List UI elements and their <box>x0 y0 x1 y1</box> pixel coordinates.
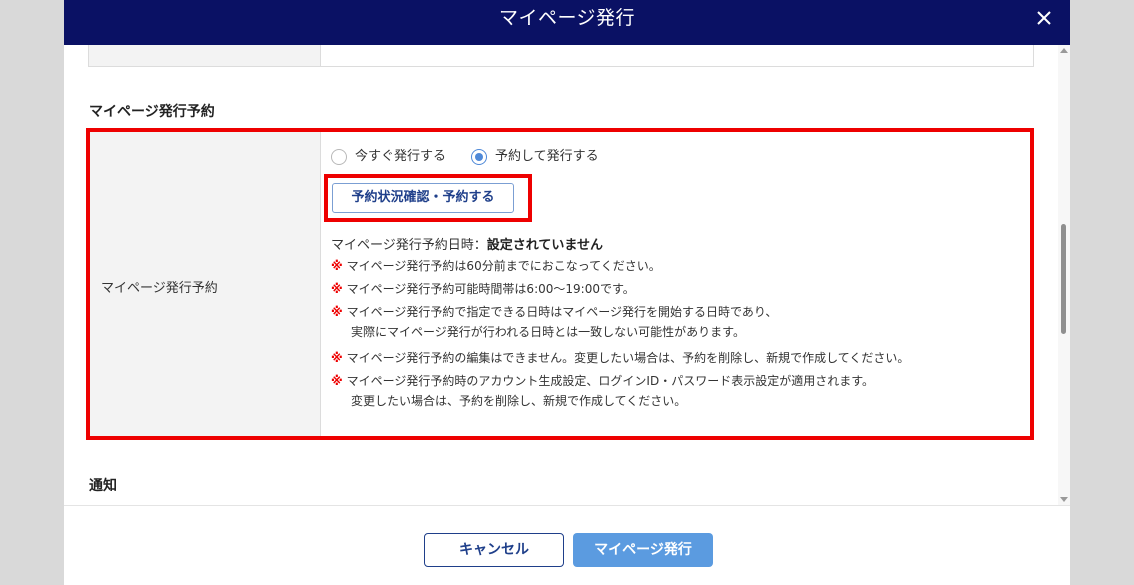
scrollbar-thumb[interactable] <box>1061 224 1066 334</box>
previous-table-row <box>88 45 1034 67</box>
note-text: マイページ発行予約で指定できる日時はマイページ発行を開始する日時であり、 <box>346 305 778 319</box>
scroll-up-arrow-icon[interactable] <box>1060 48 1068 53</box>
reservation-datetime-value: 設定されていません <box>486 238 603 253</box>
reservation-content-cell: 今すぐ発行する 予約して発行する 予約状況確認・予約する マイページ発行予約日時… <box>321 131 1033 436</box>
mypage-issue-modal: マイページ発行 マイページ発行予約 マイページ発行予約 今すぐ発行する 予約して… <box>64 0 1070 585</box>
close-icon <box>1037 11 1051 25</box>
note-text: マイページ発行予約可能時間帯は6:00～19:00です。 <box>346 282 635 296</box>
note-item: ※ マイページ発行予約可能時間帯は6:00～19:00です。 <box>331 279 635 299</box>
note-mark: ※ <box>331 259 343 273</box>
reservation-label-cell: マイページ発行予約 <box>89 131 321 436</box>
note-item: ※ マイページ発行予約は60分前までにおこなってください。 <box>331 256 661 276</box>
note-item: ※ マイページ発行予約時のアカウント生成設定、ログインID・パスワード表示設定が適… <box>331 371 874 411</box>
note-text: マイページ発行予約の編集はできません。変更したい場合は、予約を削除し、新規で作成… <box>346 351 910 365</box>
note-item: ※ マイページ発行予約の編集はできません。変更したい場合は、予約を削除し、新規で作… <box>331 348 909 368</box>
vertical-scrollbar[interactable] <box>1058 45 1070 505</box>
reservation-datetime-status: マイページ発行予約日時：設定されていません <box>331 234 603 253</box>
modal-title: マイページ発行 <box>498 7 636 29</box>
modal-footer: キャンセル マイページ発行 <box>64 505 1070 585</box>
cancel-button[interactable]: キャンセル <box>424 533 564 567</box>
note-text: マイページ発行予約時のアカウント生成設定、ログインID・パスワード表示設定が適用… <box>346 374 875 388</box>
reservation-datetime-label: マイページ発行予約日時： <box>331 238 487 253</box>
previous-table-label-cell <box>89 45 321 66</box>
reservation-table: マイページ発行予約 今すぐ発行する 予約して発行する 予約状況確認・予約する マ… <box>88 130 1034 437</box>
issue-mypage-button[interactable]: マイページ発行 <box>573 533 713 567</box>
note-text-continued: 実際にマイページ発行が行われる日時とは一致しない可能性があります。 <box>351 325 745 339</box>
note-item: ※ マイページ発行予約で指定できる日時はマイページ発行を開始する日時であり、実際に… <box>331 302 777 342</box>
radio-issue-now-label: 今すぐ発行する <box>355 149 447 164</box>
radio-unchecked-icon <box>331 149 347 165</box>
modal-body: マイページ発行予約 マイページ発行予約 今すぐ発行する 予約して発行する 予約状… <box>64 45 1070 505</box>
modal-header: マイページ発行 <box>64 0 1070 45</box>
radio-checked-icon <box>471 149 487 165</box>
notification-section-heading: 通知 <box>89 478 117 494</box>
note-mark: ※ <box>331 305 343 319</box>
scroll-down-arrow-icon[interactable] <box>1060 497 1068 502</box>
reservation-section-heading: マイページ発行予約 <box>89 104 215 120</box>
note-mark: ※ <box>331 282 343 296</box>
reservation-row-label: マイページ発行予約 <box>101 281 218 296</box>
close-button[interactable] <box>1034 8 1054 28</box>
note-mark: ※ <box>331 374 343 388</box>
note-text: マイページ発行予約は60分前までにおこなってください。 <box>346 259 661 273</box>
note-text-continued: 変更したい場合は、予約を削除し、新規で作成してください。 <box>351 394 687 408</box>
radio-issue-reserved-label: 予約して発行する <box>495 149 599 164</box>
note-mark: ※ <box>331 351 343 365</box>
reservation-status-button[interactable]: 予約状況確認・予約する <box>332 183 514 213</box>
